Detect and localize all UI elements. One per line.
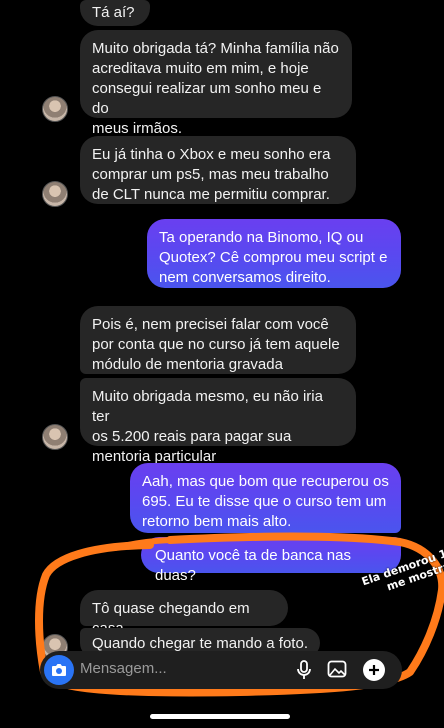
home-indicator[interactable] bbox=[150, 714, 290, 719]
contact-avatar[interactable] bbox=[42, 181, 68, 207]
message-incoming[interactable]: Tô quase chegando em casa. bbox=[80, 590, 288, 637]
contact-avatar[interactable] bbox=[42, 96, 68, 122]
microphone-icon[interactable] bbox=[296, 660, 312, 680]
message-incoming[interactable]: Muito obrigada mesmo, eu não iria ter os… bbox=[80, 378, 356, 465]
message-outgoing[interactable]: Ta operando na Binomo, IQ ou Quotex? Cê … bbox=[147, 219, 401, 288]
add-button[interactable] bbox=[363, 659, 385, 681]
message-incoming[interactable]: Eu já tinha o Xbox e meu sonho era compr… bbox=[80, 136, 356, 204]
camera-icon bbox=[52, 664, 66, 676]
message-incoming[interactable]: Muito obrigada tá? Minha família não acr… bbox=[80, 30, 352, 137]
contact-avatar[interactable] bbox=[42, 424, 68, 450]
message-input[interactable]: Mensagem... bbox=[80, 660, 167, 677]
message-outgoing[interactable]: Aah, mas que bom que recuperou os 695. E… bbox=[130, 463, 401, 533]
message-incoming[interactable]: Pois é, nem precisei falar com você por … bbox=[80, 306, 356, 374]
message-outgoing[interactable]: Quanto você ta de banca nas duas? bbox=[141, 537, 401, 584]
message-incoming[interactable]: Tá aí? bbox=[80, 0, 150, 26]
plus-icon bbox=[369, 665, 379, 675]
camera-button[interactable] bbox=[44, 655, 74, 685]
image-icon[interactable] bbox=[327, 660, 347, 678]
